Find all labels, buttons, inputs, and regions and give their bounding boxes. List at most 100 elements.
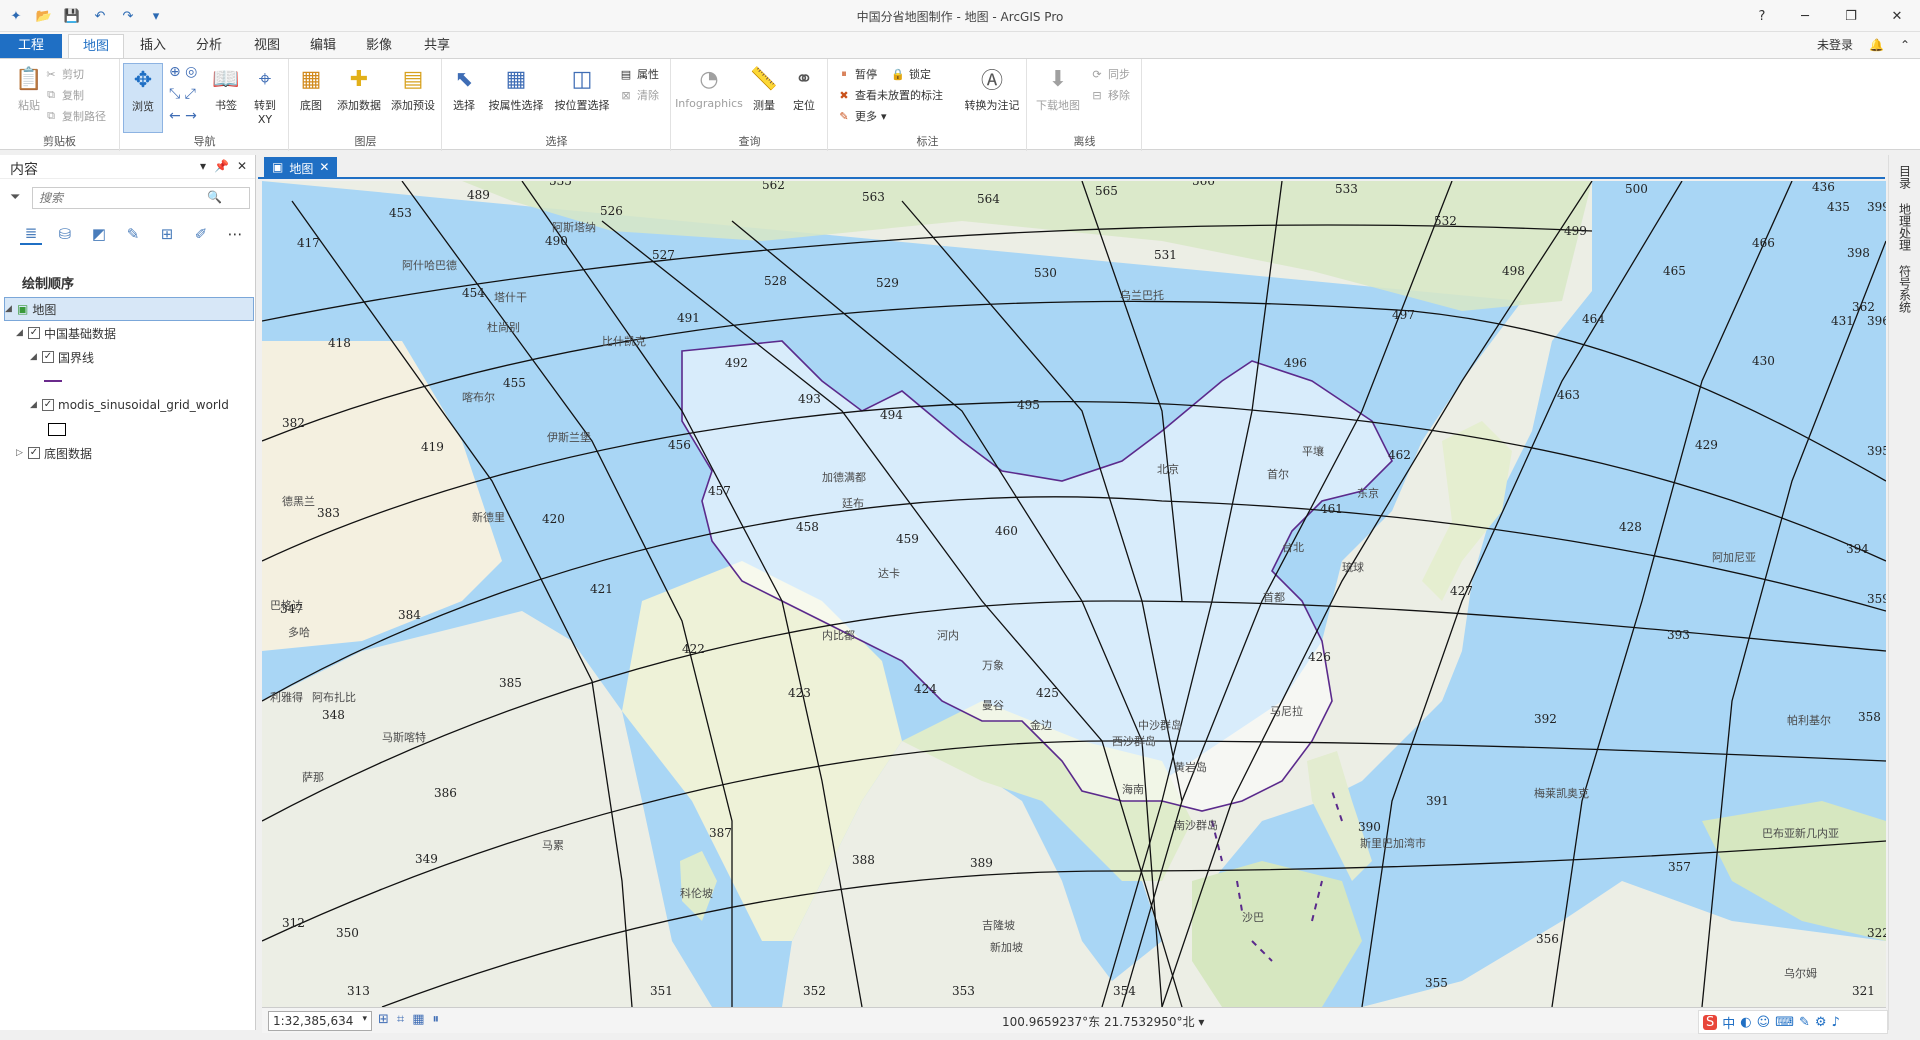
tab-view[interactable]: 视图 <box>240 34 294 58</box>
bookmarks-label: 书签 <box>215 99 237 112</box>
ime-emoji-icon[interactable]: ☺ <box>1757 1015 1771 1030</box>
more-labeling-button[interactable]: ✎ 更多 ▾ <box>837 107 886 125</box>
table-icon[interactable]: ▦ <box>412 1012 424 1027</box>
remove-offline-button[interactable]: ⊟ 移除 <box>1090 86 1130 104</box>
list-by-source-icon[interactable]: ⛁ <box>54 223 76 245</box>
help-button[interactable]: ? <box>1742 0 1782 32</box>
expand-icon[interactable]: ▷ <box>16 448 28 458</box>
tree-item-border[interactable]: ◢ ✓ 国界线 <box>4 345 254 369</box>
add-data-button[interactable]: ✚ 添加数据 <box>332 63 386 113</box>
snapping-icon[interactable]: ⌗ <box>397 1012 404 1027</box>
locate-button[interactable]: ⚭ 定位 <box>784 63 824 113</box>
ime-keyboard-icon[interactable]: ⌨ <box>1775 1015 1794 1030</box>
tab-edit[interactable]: 编辑 <box>296 34 350 58</box>
list-by-selection-icon[interactable]: ◩ <box>88 223 110 245</box>
ime-handwrite-icon[interactable]: ✎ <box>1799 1015 1810 1030</box>
line-symbol[interactable] <box>44 380 62 382</box>
bookmarks-button[interactable]: 📖 书签 <box>205 63 247 113</box>
grid-cell-label: 460 <box>995 524 1018 538</box>
visibility-checkbox[interactable]: ✓ <box>28 447 40 459</box>
map-scale-selector[interactable]: 1:32,385,634 ▾ <box>268 1011 372 1031</box>
minimize-button[interactable]: ─ <box>1782 0 1828 32</box>
infographics-button[interactable]: ◔ Infographics <box>674 63 744 111</box>
ime-settings-icon[interactable]: ⚙ <box>1815 1015 1827 1030</box>
restore-button[interactable]: ❐ <box>1828 0 1874 32</box>
notification-icon[interactable]: 🔔 <box>1869 38 1884 52</box>
select-by-location-button[interactable]: ◫ 按位置选择 <box>549 63 615 113</box>
remove-icon: ⊟ <box>1092 88 1102 102</box>
explore-button[interactable]: ✥ 浏览 <box>123 63 163 133</box>
view-unplaced-button[interactable]: ✖ 查看未放置的标注 <box>837 86 943 104</box>
add-preset-label: 添加预设 <box>391 99 435 112</box>
collapse-icon[interactable]: ◢ <box>5 304 17 314</box>
catalog-dock-tab[interactable]: 目录 <box>1896 161 1914 193</box>
collapse-icon[interactable]: ◢ <box>30 352 42 362</box>
ime-skin-icon[interactable]: ♪ <box>1832 1015 1840 1030</box>
fixed-zoom-icon[interactable]: ⤡ ⤢ <box>169 85 196 103</box>
symbology-dock-tab[interactable]: 符号系统 <box>1896 261 1914 317</box>
download-map-button[interactable]: ⬇ 下载地图 <box>1030 63 1086 113</box>
infographics-label: Infographics <box>675 97 743 110</box>
list-by-snapping-icon[interactable]: ⊞ <box>156 223 178 245</box>
collapse-ribbon-icon[interactable]: ⌃ <box>1900 38 1910 52</box>
tab-share[interactable]: 共享 <box>410 34 464 58</box>
pane-options-icon[interactable]: ▾ <box>200 159 206 173</box>
tree-item-basemap[interactable]: ▷ ✓ 底图数据 <box>4 441 254 465</box>
previous-extent-icon[interactable]: ← → <box>169 107 197 125</box>
collapse-icon[interactable]: ◢ <box>16 328 28 338</box>
copy-button[interactable]: ⧉ 复制 <box>44 86 84 104</box>
place-label: 杜尚别 <box>487 320 520 334</box>
tab-imagery[interactable]: 影像 <box>352 34 406 58</box>
close-button[interactable]: ✕ <box>1874 0 1920 32</box>
collapse-icon[interactable]: ◢ <box>30 400 42 410</box>
more-options-icon[interactable]: ⋯ <box>224 223 246 245</box>
list-by-drawing-order-icon[interactable]: ≣ <box>20 223 42 245</box>
filter-icon[interactable]: ⏷ <box>10 190 20 205</box>
map-view-tab[interactable]: ▣ 地图 ✕ <box>264 157 338 179</box>
tree-item-grid[interactable]: ◢ ✓ modis_sinusoidal_grid_world <box>4 393 254 417</box>
grid-cell-label: 436 <box>1812 181 1835 194</box>
tab-map[interactable]: 地图 <box>68 34 125 58</box>
list-by-editing-icon[interactable]: ✎ <box>122 223 144 245</box>
pin-icon[interactable]: 📌 <box>214 159 229 173</box>
map-view[interactable]: 489 535 562 563 564 565 566 533 500 436 435 399 453 5… <box>262 181 1886 1007</box>
polygon-symbol[interactable] <box>48 422 66 436</box>
cut-button[interactable]: ✂ 剪切 <box>44 65 84 83</box>
geoprocessing-dock-tab[interactable]: 地理处理 <box>1896 199 1914 255</box>
pause-drawing-icon[interactable]: ⏸ <box>433 1012 440 1027</box>
place-label: 梅莱凯奥克 <box>1534 786 1589 800</box>
sign-in-status[interactable]: 未登录 <box>1817 36 1853 53</box>
close-tab-icon[interactable]: ✕ <box>319 160 329 179</box>
add-preset-button[interactable]: ▤ 添加预设 <box>386 63 440 113</box>
tab-analysis[interactable]: 分析 <box>182 34 236 58</box>
copy-path-button[interactable]: ⧉ 复制路径 <box>44 107 106 125</box>
basemap-button[interactable]: ▦ 底图 <box>290 63 332 113</box>
select-by-attributes-button[interactable]: ▦ 按属性选择 <box>483 63 549 113</box>
ime-language[interactable]: 中 <box>1722 1013 1735 1032</box>
grid-toggle-icon[interactable]: ⊞ <box>378 1012 389 1027</box>
goto-xy-button[interactable]: ⌖ 转到 XY <box>245 63 285 127</box>
chevron-down-icon[interactable]: ▾ <box>1198 1015 1204 1029</box>
convert-to-annotation-button[interactable]: Ⓐ 转换为注记 <box>959 63 1025 113</box>
clear-selection-button[interactable]: ⊠ 清除 <box>619 86 659 104</box>
pause-labels-button[interactable]: ⏸ 暂停 <box>837 65 877 83</box>
lock-labels-button[interactable]: 🔒 锁定 <box>891 65 931 83</box>
sync-button[interactable]: ⟳ 同步 <box>1090 65 1130 83</box>
tree-item-china-group[interactable]: ◢ ✓ 中国基础数据 <box>4 321 254 345</box>
tab-insert[interactable]: 插入 <box>126 34 180 58</box>
visibility-checkbox[interactable]: ✓ <box>42 351 54 363</box>
select-button[interactable]: ⬉ 选择 <box>443 63 485 113</box>
tab-project[interactable]: 工程 <box>0 34 62 58</box>
search-icon[interactable]: 🔍 <box>207 190 222 204</box>
tree-item-map[interactable]: ◢ ▣ 地图 <box>4 297 254 321</box>
visibility-checkbox[interactable]: ✓ <box>28 327 40 339</box>
clear-icon: ⊠ <box>621 88 631 102</box>
close-pane-icon[interactable]: ✕ <box>237 159 247 173</box>
list-by-labeling-icon[interactable]: ✐ <box>190 223 212 245</box>
visibility-checkbox[interactable]: ✓ <box>42 399 54 411</box>
full-extent-icon[interactable]: ⊕ ◎ <box>169 63 197 81</box>
measure-button[interactable]: 📏 测量 <box>744 63 784 113</box>
ime-punct-icon[interactable]: ◐ <box>1740 1015 1751 1030</box>
attributes-button[interactable]: ▤ 属性 <box>619 65 659 83</box>
layer-tree: ◢ ▣ 地图 ◢ ✓ 中国基础数据 ◢ ✓ 国界线 ◢ ✓ modis_sinu… <box>4 297 254 465</box>
